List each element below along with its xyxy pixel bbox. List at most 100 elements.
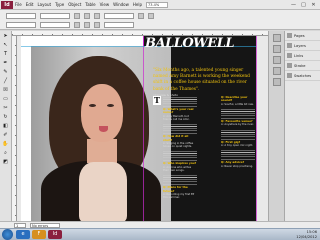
menu-edit[interactable]: Edit (26, 2, 34, 7)
stroke-icon (287, 63, 292, 68)
rectangle-frame-tool-icon[interactable]: ☒ (2, 87, 10, 94)
gradient-tool-icon[interactable]: ◧ (2, 123, 10, 130)
stroke-weight-field[interactable] (104, 12, 134, 19)
zoom-level-field[interactable]: 73.4% (146, 1, 169, 8)
layers-icon (287, 43, 292, 48)
panel-item-swatches[interactable]: Swatches (285, 71, 320, 81)
app-icon: Id (1, 0, 13, 9)
taskbar-app-indesign[interactable]: Id (48, 230, 62, 239)
pencil-tool-icon[interactable]: ✎ (2, 69, 10, 76)
menu-window[interactable]: Window (113, 2, 129, 7)
close-button[interactable]: ✕ (310, 2, 317, 8)
clock-date: 12/04/2012 (296, 234, 317, 239)
qa-item: Q: Who inspires you? A: Anyone who writes… (163, 162, 197, 173)
qa-item: Q: Favourite venue? A: Anywhere by the ri… (221, 119, 255, 127)
menu-file[interactable]: File (15, 2, 22, 7)
taskbar-app-browser[interactable]: e (16, 230, 30, 239)
menu-layout[interactable]: Layout (37, 2, 51, 7)
scale-icon[interactable] (74, 12, 80, 19)
menu-bar: Id File Edit Layout Type Object Table Vi… (0, 0, 320, 10)
x-position-field[interactable] (6, 12, 36, 19)
eyedropper-tool-icon[interactable]: ✐ (2, 132, 10, 139)
swatches-panel-icon[interactable] (272, 78, 281, 86)
qa-item: Q: How did it all start? A: Singing in th… (163, 134, 197, 149)
pen-tool-icon[interactable]: ✒ (2, 60, 10, 67)
pasteboard[interactable]: BALLOWELL "Six Months ago, a talented yo… (17, 36, 268, 221)
system-tray[interactable]: 15:06 12/04/2012 (296, 230, 320, 238)
pages-panel-icon[interactable] (272, 34, 281, 42)
answer-text: A: Anyone who writes their own songs. (163, 165, 192, 173)
panel-item-label: Layers (294, 43, 306, 48)
y-position-field[interactable] (6, 21, 36, 28)
page-number-field[interactable]: 1 (14, 222, 26, 228)
links-panel-icon[interactable] (272, 56, 281, 64)
right-margin-guide (256, 36, 257, 221)
menu-object[interactable]: Object (68, 2, 81, 7)
flip-icon[interactable] (94, 12, 100, 19)
height-field[interactable] (40, 21, 70, 28)
panel-item-label: Stroke (294, 63, 306, 68)
width-field[interactable] (40, 12, 70, 19)
type-tool-icon[interactable]: T (2, 51, 10, 58)
rotate-tool-icon[interactable]: ↻ (2, 114, 10, 121)
menu-table[interactable]: Table (85, 2, 95, 7)
control-panel (0, 10, 320, 30)
layers-panel-icon[interactable] (272, 45, 281, 53)
preflight-status[interactable]: No errors (30, 222, 60, 228)
menu-help[interactable]: Help (133, 2, 142, 7)
question-text: Q: Describe your sound? (221, 96, 248, 103)
body-text-block (163, 175, 197, 187)
direct-selection-tool-icon[interactable]: ↖ (2, 42, 10, 49)
answer-text: A: Soulful, a little bit raw. (221, 102, 254, 106)
rectangle-tool-icon[interactable]: ▭ (2, 96, 10, 103)
photo-neck (87, 139, 117, 163)
fill-icon[interactable] (138, 12, 144, 19)
rotate-icon[interactable] (84, 12, 90, 19)
fill-stroke-swatch-icon[interactable]: ◩ (2, 159, 10, 166)
stroke-icon[interactable] (148, 12, 154, 19)
drop-cap[interactable]: T (153, 96, 161, 105)
panel-item-links[interactable]: Links (285, 51, 320, 61)
tools-panel: ➤ ↖ T ✒ ✎ ╱ ☒ ▭ ✂ ↻ ◧ ✐ ✋ ⌕ ◩ (0, 31, 12, 221)
portrait-photo[interactable] (31, 46, 171, 221)
shear-icon[interactable] (74, 21, 80, 28)
article-column-1[interactable]: Q: What's your real name? A: Amy Barnett,… (163, 96, 197, 218)
article-column-2[interactable]: Q: Describe your sound? A: Soulful, a lit… (221, 96, 255, 218)
maximize-button[interactable]: □ (300, 2, 307, 8)
line-tool-icon[interactable]: ╱ (2, 78, 10, 85)
stroke-panel-icon[interactable] (272, 67, 281, 75)
answer-text: A: Never stop practising. (221, 164, 254, 168)
panel-item-label: Pages (294, 33, 305, 38)
panel-item-layers[interactable]: Layers (285, 41, 320, 51)
body-text-block (221, 129, 255, 141)
start-button[interactable] (2, 229, 13, 240)
zoom-tool-icon[interactable]: ⌕ (2, 150, 10, 157)
taskbar-app-folder[interactable]: F (32, 230, 46, 239)
masthead-title[interactable]: BALLOWELL (145, 36, 256, 56)
menu-type[interactable]: Type (55, 2, 64, 7)
hand-tool-icon[interactable]: ✋ (2, 141, 10, 148)
qa-item: Q: Plans for the future? A: Recording my … (163, 186, 197, 200)
control-row-bottom (6, 21, 134, 28)
question-text: Q: How did it all start? (163, 134, 189, 142)
body-text-block (163, 97, 197, 108)
panel-item-label: Swatches (294, 73, 312, 78)
taskbar: e F Id 15:06 12/04/2012 (0, 228, 320, 240)
wrap-icon[interactable] (94, 21, 100, 28)
minimize-button[interactable]: — (290, 2, 297, 8)
photo-tongue (99, 126, 108, 132)
panel-dock-icons (268, 31, 284, 221)
panel-item-pages[interactable]: Pages (285, 31, 320, 41)
menu-view[interactable]: View (100, 2, 110, 7)
scissors-tool-icon[interactable]: ✂ (2, 105, 10, 112)
qa-item: Q: What's your real name? A: Amy Barnett,… (163, 107, 197, 121)
body-text-block (221, 109, 255, 121)
panel-item-stroke[interactable]: Stroke (285, 61, 320, 71)
pull-quote[interactable]: "Six Months ago, a talented young singer… (153, 68, 253, 93)
opacity-field[interactable] (104, 21, 134, 28)
spine-guide (143, 36, 144, 221)
photo-eye-right (107, 104, 114, 107)
question-text: Q: What's your real name? (163, 107, 194, 115)
align-icon[interactable] (84, 21, 90, 28)
selection-tool-icon[interactable]: ➤ (2, 33, 10, 40)
